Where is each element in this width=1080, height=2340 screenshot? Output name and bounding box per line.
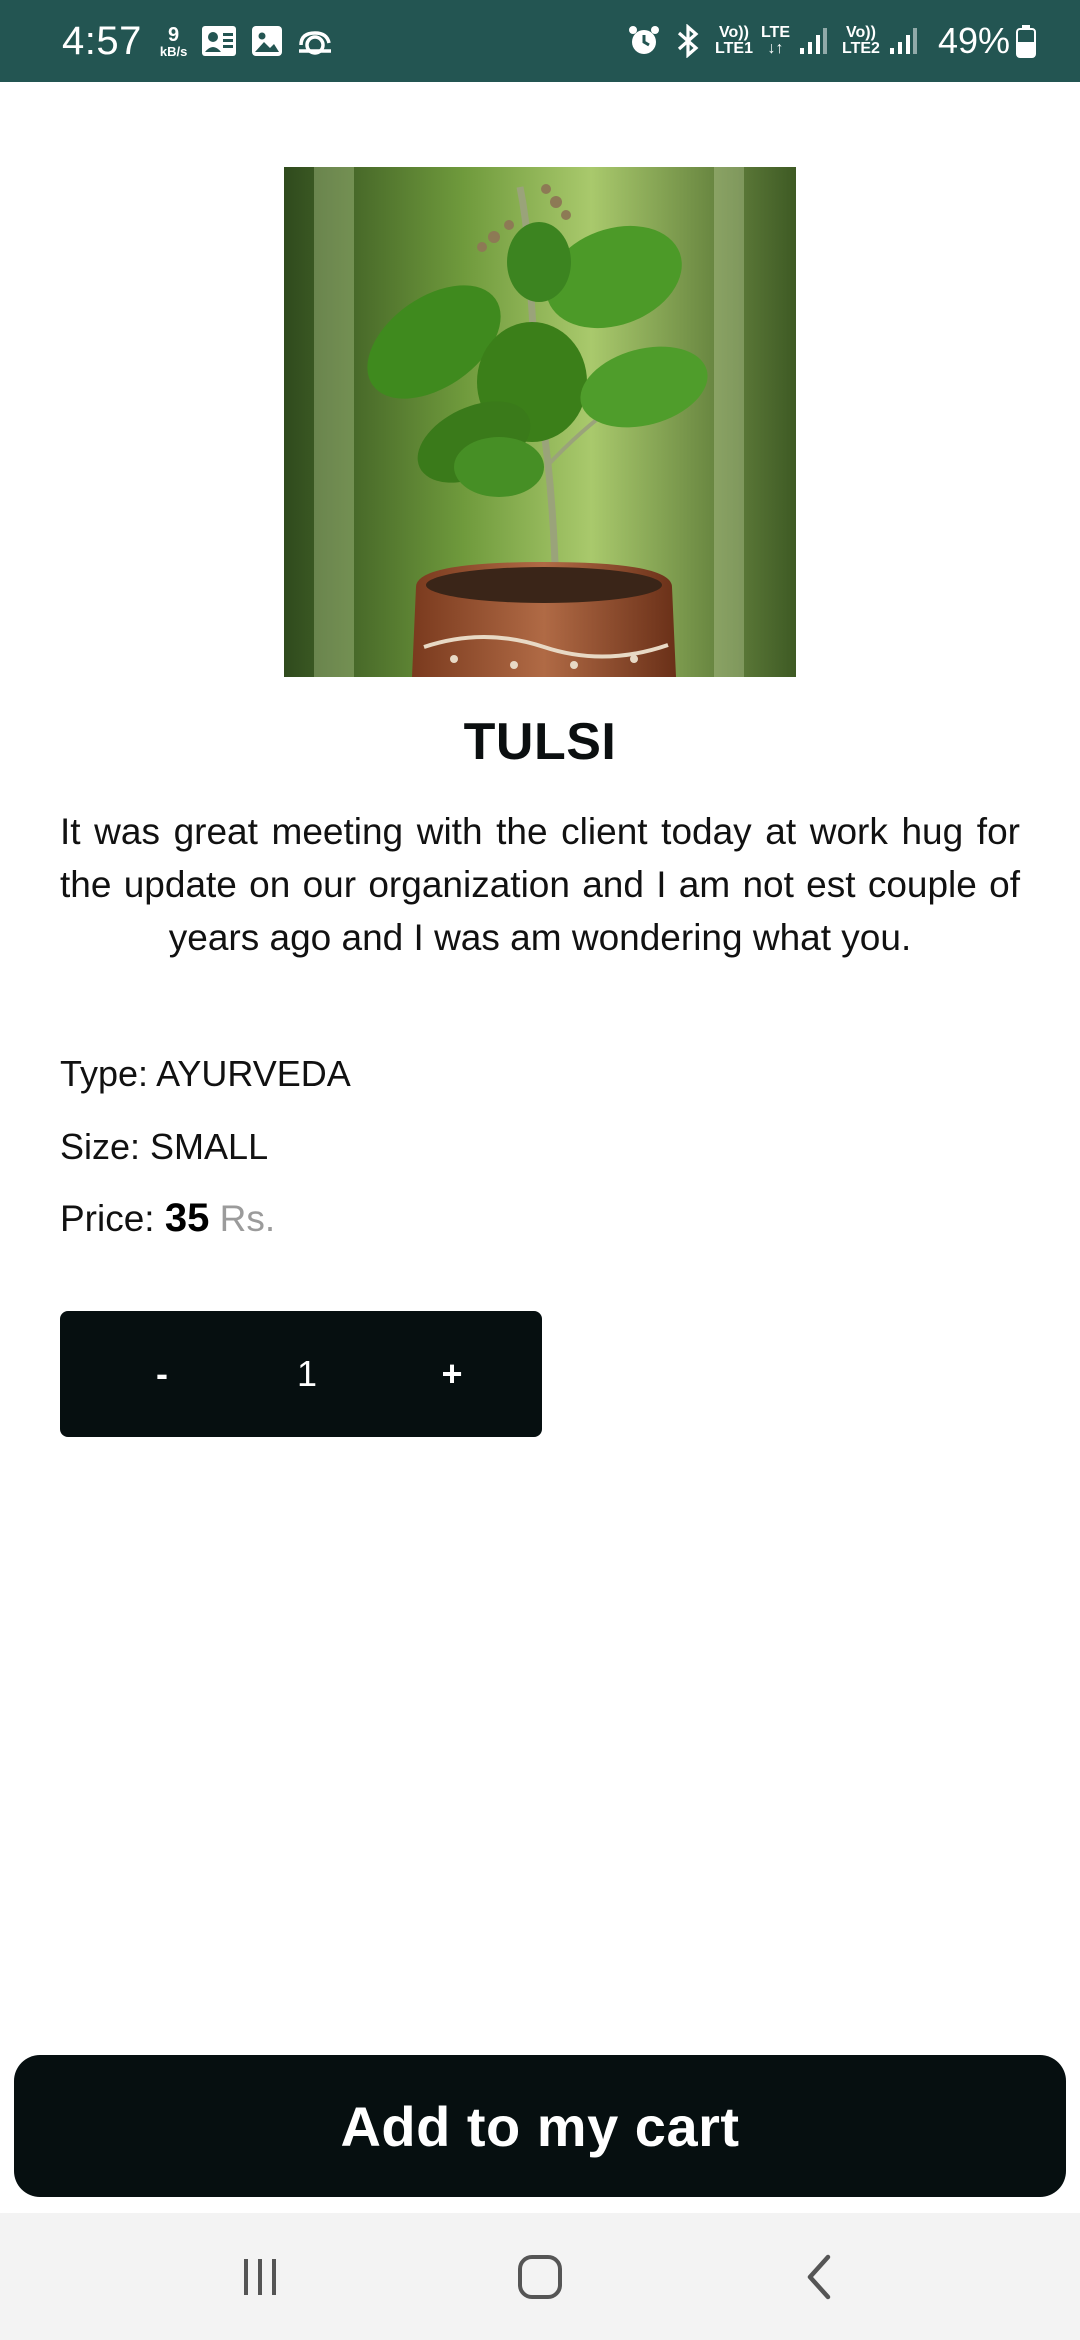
sync-icon xyxy=(297,25,333,57)
status-bar: 4:57 9 kB/s Vo)) LTE1 LTE ↓↑ Vo)) LTE2 4… xyxy=(0,0,1080,82)
quantity-value: 1 xyxy=(296,1353,318,1394)
product-detail-screen: 4:57 9 kB/s Vo)) LTE1 LTE ↓↑ Vo)) LTE2 4… xyxy=(0,0,1080,2340)
lte-indicator: LTE ↓↑ xyxy=(760,24,790,57)
product-image xyxy=(284,167,796,677)
contacts-icon xyxy=(201,24,237,58)
alarm-icon xyxy=(627,24,661,58)
signal-icon xyxy=(888,26,918,56)
price-value: 35 xyxy=(164,1196,210,1240)
increment-button[interactable]: + xyxy=(422,1353,482,1395)
add-to-cart-button[interactable]: Add to my cart xyxy=(14,2055,1066,2197)
product-size: Size: SMALL xyxy=(60,1126,268,1168)
sim1-indicator: Vo)) LTE1 xyxy=(715,24,753,57)
battery-percent: 49% xyxy=(937,20,1010,61)
status-time: 4:57 xyxy=(62,18,142,63)
home-button[interactable] xyxy=(495,2232,585,2322)
back-button[interactable] xyxy=(775,2232,865,2322)
type-label: Type: xyxy=(60,1053,157,1094)
product-price: Price: 35 Rs. xyxy=(60,1196,275,1241)
type-value: AYURVEDA xyxy=(156,1053,351,1094)
bluetooth-icon xyxy=(675,24,701,58)
gallery-icon xyxy=(251,25,283,57)
network-speed: 9 kB/s xyxy=(159,23,188,59)
product-type: Type: AYURVEDA xyxy=(60,1053,351,1095)
decrement-button[interactable]: - xyxy=(132,1353,192,1395)
price-unit: Rs. xyxy=(219,1198,276,1239)
product-description: It was great meeting with the client tod… xyxy=(60,811,1020,958)
recent-apps-button[interactable] xyxy=(215,2232,305,2322)
size-label: Size: xyxy=(60,1126,151,1167)
price-label: Price: xyxy=(60,1198,165,1239)
home-icon xyxy=(518,2254,562,2299)
product-title: TULSI xyxy=(463,713,617,771)
system-nav-bar xyxy=(0,2213,1080,2340)
back-icon xyxy=(807,2254,831,2299)
signal-icon xyxy=(798,26,828,56)
size-value: SMALL xyxy=(150,1126,269,1167)
battery-icon xyxy=(1016,24,1036,58)
recent-apps-icon xyxy=(244,2258,276,2295)
sim2-indicator: Vo)) LTE2 xyxy=(842,24,880,57)
quantity-stepper: - 1 + xyxy=(60,1311,542,1437)
